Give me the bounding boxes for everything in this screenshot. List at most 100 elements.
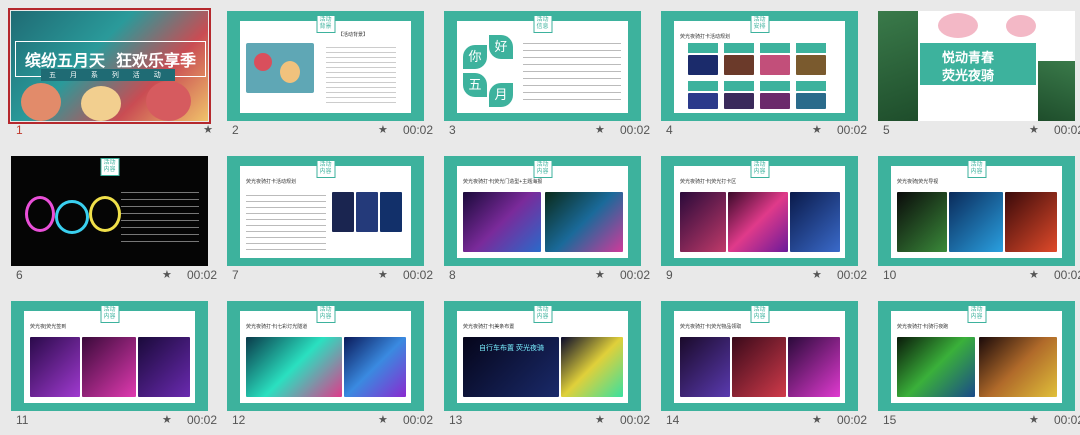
star-icon[interactable]: ★ — [162, 268, 172, 281]
slide-title: 荧光夜骑打卡|骑行夜跑 — [897, 324, 949, 330]
slide-preview[interactable]: 活动信息 你 好 五 月 — [444, 11, 641, 121]
slide-number: 12 — [232, 413, 246, 427]
star-icon[interactable]: ★ — [595, 123, 605, 136]
slide-thumbnail-3[interactable]: 活动信息 你 好 五 月 3 ★ 00:02 — [441, 4, 650, 145]
section-tag: 活动内容 — [750, 160, 769, 178]
slide-preview[interactable]: 活动内容 荧光夜骑打卡|骑行夜跑 — [878, 301, 1075, 411]
slide-preview[interactable]: 活动内容 荧光夜骑打卡|荧光物品领取 — [661, 301, 858, 411]
slide-thumbnail-7[interactable]: 活动内容 荧光夜骑打卡活动规划 7 ★ 00:02 — [224, 149, 433, 290]
star-icon[interactable]: ★ — [378, 413, 388, 426]
slide-title-2: 狂欢乐享季 — [116, 53, 197, 70]
slide-title: 荧光夜骑打卡|荧光打卡区 — [680, 179, 737, 185]
slide-duration: 00:02 — [402, 413, 433, 427]
slide-preview[interactable]: 活动内容 荧光夜骑打卡|七彩灯光隧道 — [227, 301, 424, 411]
slide-preview[interactable]: 活动内容 荧光夜骑打卡活动规划 — [227, 156, 424, 266]
slide-preview[interactable]: 活动内容 荧光夜|荧光签到 — [11, 301, 208, 411]
slide-thumbnail-12[interactable]: 活动内容 荧光夜骑打卡|七彩灯光隧道 12 ★ 00:02 — [224, 294, 433, 435]
section-tag: 活动内容 — [967, 160, 986, 178]
section-tag: 活动内容 — [967, 305, 986, 323]
slide-duration: 00:02 — [619, 268, 650, 282]
slide-title: 缤纷五月天 — [25, 53, 106, 70]
slide-thumbnail-2[interactable]: 活动背景 【活动背景】 2 ★ 00:02 — [224, 4, 433, 145]
slide-thumbnail-10[interactable]: 活动内容 荧光夜骑|荧光导视 10 ★ 00:02 — [875, 149, 1080, 290]
slide-preview[interactable]: 活动背景 【活动背景】 — [227, 11, 424, 121]
slide-heading: 【活动背景】 — [338, 32, 369, 38]
slide-duration: 00:02 — [1053, 413, 1080, 427]
slide-number: 5 — [883, 123, 890, 137]
star-icon[interactable]: ★ — [1029, 123, 1039, 136]
banner-text: 自行车布置 荧光夜骑 — [479, 345, 544, 352]
slide-number: 9 — [666, 268, 673, 282]
star-icon[interactable]: ★ — [378, 123, 388, 136]
star-icon[interactable]: ★ — [1029, 413, 1039, 426]
slide-duration: 00:02 — [619, 123, 650, 137]
slide-duration: 00:02 — [1053, 123, 1080, 137]
slide-duration: 00:02 — [619, 413, 650, 427]
section-tag: 活动内容 — [316, 160, 335, 178]
slide-thumbnail-6[interactable]: 活动内容 6 ★ 00:02 — [8, 149, 217, 290]
slide-duration: 00:02 — [836, 413, 867, 427]
slide-subtitle: 五 月 系 列 活 动 — [41, 69, 175, 81]
slide-preview[interactable]: 活动内容 荧光夜骑打卡|美条布置 自行车布置 荧光夜骑 — [444, 301, 641, 411]
slide-number: 7 — [232, 268, 239, 282]
slide-preview[interactable]: 活动内容 荧光夜骑|荧光导视 — [878, 156, 1075, 266]
slide-number: 11 — [16, 413, 29, 427]
slide-thumbnail-4[interactable]: 活动安排 荧光夜骑打卡活动规划 4 ★ 00:02 — [658, 4, 867, 145]
slide-title: 荧光夜|荧光签到 — [30, 324, 67, 330]
slide-number: 4 — [666, 123, 673, 137]
hello-char: 五 — [463, 73, 487, 97]
slide-number: 15 — [883, 413, 897, 427]
slide-duration: 00:02 — [1053, 268, 1080, 282]
slide-preview[interactable]: 活动内容 荧光夜骑打卡|荧光打卡区 — [661, 156, 858, 266]
section-tag: 活动内容 — [533, 160, 552, 178]
slide-title: 荧光夜骑打卡活动规划 — [246, 179, 297, 185]
slide-preview[interactable]: 活动内容 荧光夜骑打卡|荧光门造型+主题海报 — [444, 156, 641, 266]
star-icon[interactable]: ★ — [162, 413, 172, 426]
slide-thumbnail-15[interactable]: 活动内容 荧光夜骑打卡|骑行夜跑 15 ★ 00:02 — [875, 294, 1080, 435]
section-tag: 活动内容 — [533, 305, 552, 323]
slide-preview[interactable]: 缤纷五月天 狂欢乐享季 五 月 系 列 活 动 — [8, 8, 211, 124]
section-tag: 活动内容 — [750, 305, 769, 323]
slide-title: 荧光夜骑打卡|荧光门造型+主题海报 — [463, 179, 543, 185]
slide-thumbnail-13[interactable]: 活动内容 荧光夜骑打卡|美条布置 自行车布置 荧光夜骑 13 ★ 00:02 — [441, 294, 650, 435]
slide-thumbnail-14[interactable]: 活动内容 荧光夜骑打卡|荧光物品领取 14 ★ 00:02 — [658, 294, 867, 435]
slide-headline-2: 荧光夜骑 — [942, 68, 995, 83]
slide-thumbnail-8[interactable]: 活动内容 荧光夜骑打卡|荧光门造型+主题海报 8 ★ 00:02 — [441, 149, 650, 290]
slide-thumbnail-11[interactable]: 活动内容 荧光夜|荧光签到 11 ★ 00:02 — [8, 294, 217, 435]
section-tag: 活动内容 — [316, 305, 335, 323]
slide-preview[interactable]: 活动安排 荧光夜骑打卡活动规划 — [661, 11, 858, 121]
star-icon[interactable]: ★ — [595, 413, 605, 426]
slide-number: 6 — [16, 268, 23, 282]
slide-title: 荧光夜骑打卡活动规划 — [680, 34, 731, 40]
slide-duration: 00:02 — [186, 268, 217, 282]
slide-preview[interactable]: 悦动青春 荧光夜骑 — [878, 11, 1075, 121]
section-tag: 活动背景 — [316, 15, 335, 33]
slide-number: 14 — [666, 413, 680, 427]
slide-title: 荧光夜骑打卡|七彩灯光隧道 — [246, 324, 308, 330]
slide-preview[interactable]: 活动内容 — [11, 156, 208, 266]
section-tag: 活动安排 — [750, 15, 769, 33]
slide-thumbnail-9[interactable]: 活动内容 荧光夜骑打卡|荧光打卡区 9 ★ 00:02 — [658, 149, 867, 290]
star-icon[interactable]: ★ — [812, 413, 822, 426]
slide-title: 荧光夜骑打卡|荧光物品领取 — [680, 324, 742, 330]
hello-char: 好 — [489, 35, 513, 59]
slide-number: 2 — [232, 123, 239, 137]
star-icon[interactable]: ★ — [378, 268, 388, 281]
slide-thumbnail-1[interactable]: 缤纷五月天 狂欢乐享季 五 月 系 列 活 动 1 ★ — [8, 4, 215, 145]
slide-duration: 00:02 — [186, 413, 217, 427]
star-icon[interactable]: ★ — [203, 123, 213, 136]
slide-number: 1 — [16, 123, 23, 137]
slide-duration: 00:02 — [836, 268, 867, 282]
star-icon[interactable]: ★ — [1029, 268, 1039, 281]
slide-number: 3 — [449, 123, 456, 137]
slide-headline: 悦动青春 — [942, 50, 995, 65]
slide-title: 荧光夜骑打卡|美条布置 — [463, 324, 515, 330]
slide-duration: 00:02 — [836, 123, 867, 137]
slide-thumbnail-5[interactable]: 悦动青春 荧光夜骑 5 ★ 00:02 — [875, 4, 1080, 145]
slide-number: 8 — [449, 268, 456, 282]
section-tag: 活动内容 — [100, 305, 119, 323]
star-icon[interactable]: ★ — [812, 123, 822, 136]
hello-char: 月 — [489, 83, 513, 107]
star-icon[interactable]: ★ — [595, 268, 605, 281]
star-icon[interactable]: ★ — [812, 268, 822, 281]
